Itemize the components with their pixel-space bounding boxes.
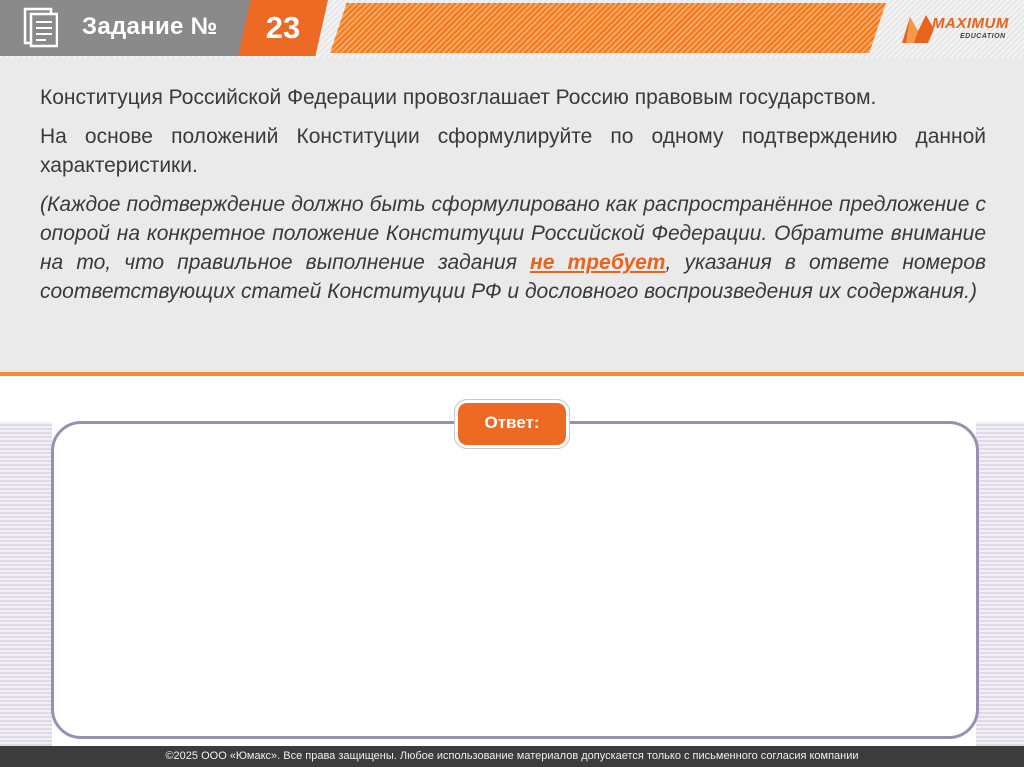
answer-stripe-right (976, 422, 1024, 746)
answer-badge: Ответ: (458, 403, 566, 445)
answer-stripe-left (0, 422, 52, 746)
task-instructions: (Каждое подтверждение должно быть сформу… (40, 190, 986, 306)
document-icon (23, 7, 58, 48)
task-question: На основе положений Конституции сформули… (40, 125, 986, 177)
header-orange-band (330, 3, 886, 53)
answer-label: Ответ: (484, 413, 540, 432)
task-statement: Конституция Российской Федерации провозг… (40, 86, 877, 109)
logo-word: MAXIMUM (932, 15, 1009, 32)
maximum-logo: MAXIMUM EDUCATION (898, 9, 1016, 49)
footer: ©2025 ООО «Юмакс». Все права защищены. Л… (0, 746, 1024, 767)
task-title-bar: Задание № (0, 0, 262, 56)
task-number-box: 23 (238, 0, 328, 56)
header: Задание № 23 MAXIMUM EDUCATION (0, 0, 1024, 58)
task-number: 23 (265, 10, 301, 45)
task-text: Конституция Российской Федерации провозг… (40, 83, 986, 306)
answer-box[interactable] (51, 421, 979, 739)
task-divider (0, 372, 1024, 376)
task-title: Задание № (82, 13, 218, 40)
copyright-text: ©2025 ООО «Юмакс». Все права защищены. Л… (165, 750, 859, 762)
instructions-highlight: не требует (530, 251, 666, 274)
logo-subtitle: EDUCATION (960, 33, 1006, 40)
